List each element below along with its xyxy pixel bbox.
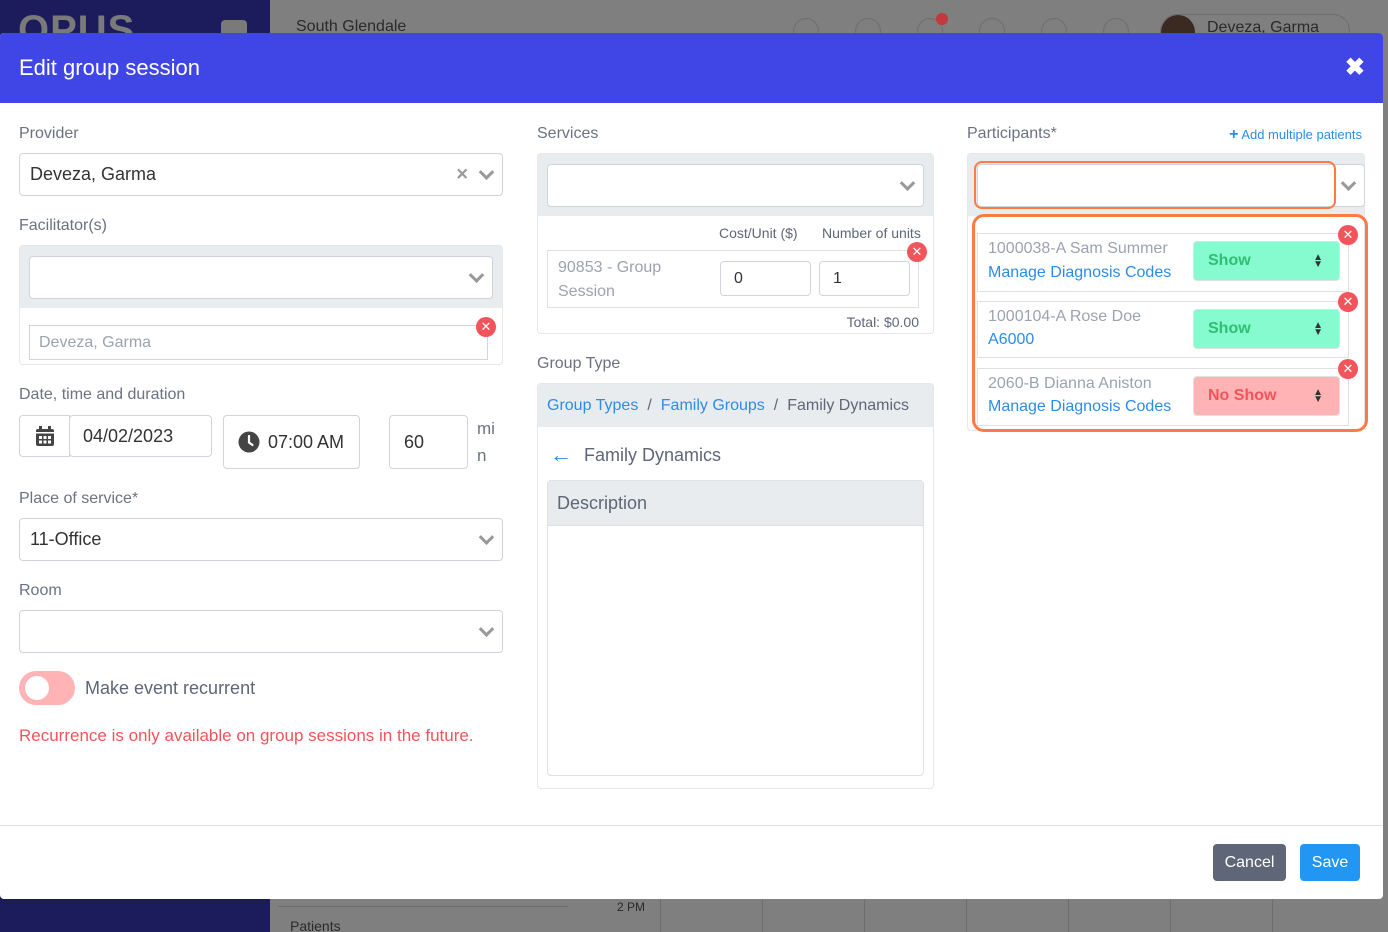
breadcrumb-group-types[interactable]: Group Types <box>547 397 638 415</box>
participant-row: 1000104-A Rose Doe A6000 Show ▲ ▼ <box>977 301 1349 358</box>
edit-group-session-modal: Edit group session ✖ Provider Deveza, Ga… <box>0 33 1383 899</box>
participant-name: 1000038-A Sam Summer <box>988 240 1168 257</box>
chevron-down-icon <box>478 528 495 545</box>
recurrence-toggle[interactable] <box>19 671 75 705</box>
cancel-button[interactable]: Cancel <box>1213 844 1286 881</box>
close-icon[interactable]: ✖ <box>1345 56 1365 80</box>
facilitators-select[interactable] <box>29 256 493 299</box>
calendar-gridline <box>1272 898 1273 932</box>
service-name: 90853 - Group Session <box>558 259 662 300</box>
patients-label: Patients <box>290 918 341 932</box>
time-input[interactable]: 07:00 AM <box>223 415 360 469</box>
service-row: 90853 - Group Session 0 1 <box>547 250 919 308</box>
sort-updown-icon: ▲ ▼ <box>1313 320 1323 338</box>
toggle-knob <box>25 676 49 700</box>
sort-updown-icon: ▲ ▼ <box>1313 387 1323 405</box>
attendance-status-select[interactable]: No Show ▲ ▼ <box>1193 376 1340 416</box>
diagnosis-code-link[interactable]: A6000 <box>988 331 1034 349</box>
description-box: Description <box>547 480 924 776</box>
calendar-button[interactable] <box>19 415 70 457</box>
datetime-label: Date, time and duration <box>19 386 186 403</box>
highlight-participants-select <box>974 161 1336 209</box>
services-select[interactable] <box>547 164 924 207</box>
cost-input[interactable]: 0 <box>720 261 811 296</box>
recurrence-label: Make event recurrent <box>85 678 256 698</box>
facilitators-panel: Deveza, Garma ✕ <box>19 245 503 365</box>
room-select[interactable] <box>19 610 503 653</box>
attendance-status-select[interactable]: Show ▲ ▼ <box>1193 241 1340 281</box>
breadcrumb-current: Family Dynamics <box>787 396 910 414</box>
calendar-gridline <box>762 898 763 932</box>
calendar-icon <box>35 426 54 446</box>
calendar-gridline <box>864 898 865 932</box>
calendar-gridline <box>1068 898 1069 932</box>
chevron-down-icon <box>468 266 485 283</box>
participants-label: Participants* <box>967 125 1057 142</box>
services-total: Total: $0.00 <box>846 314 919 330</box>
calendar-gridline <box>966 898 967 932</box>
remove-participant-icon[interactable]: ✕ <box>1338 225 1358 245</box>
calendar-gridline <box>660 898 661 932</box>
place-of-service-label: Place of service* <box>19 490 139 507</box>
duration-unit: mi n <box>477 419 495 465</box>
provider-label: Provider <box>19 125 79 142</box>
chevron-down-icon <box>478 620 495 637</box>
divider <box>278 906 568 907</box>
room-label: Room <box>19 582 62 599</box>
description-header: Description <box>548 481 923 526</box>
participant-name: 1000104-A Rose Doe <box>988 308 1141 325</box>
add-multiple-patients-link[interactable]: + Add multiple patients <box>1229 126 1362 144</box>
facilitator-name: Deveza, Garma <box>39 333 152 351</box>
remove-service-icon[interactable]: ✕ <box>907 242 927 262</box>
calendar-gridline <box>1170 898 1171 932</box>
save-button[interactable]: Save <box>1300 844 1360 881</box>
chevron-down-icon <box>899 174 916 191</box>
duration-input[interactable]: 60 <box>389 415 468 469</box>
place-of-service-select[interactable]: 11-Office <box>19 518 503 561</box>
notification-badge <box>936 13 948 25</box>
cost-column-header: Cost/Unit ($) <box>719 225 798 241</box>
modal-title: Edit group session <box>19 55 200 80</box>
provider-select[interactable]: Deveza, Garma × <box>19 153 503 196</box>
units-input[interactable]: 1 <box>819 261 910 296</box>
manage-diagnosis-codes-link[interactable]: Manage Diagnosis Codes <box>988 398 1171 416</box>
services-panel: Cost/Unit ($) Number of units 90853 - Gr… <box>537 153 934 334</box>
participant-name: 2060-B Dianna Aniston <box>988 375 1152 392</box>
group-type-breadcrumb: Group Types / Family Groups / Family Dyn… <box>538 384 933 427</box>
breadcrumb-family-groups[interactable]: Family Groups <box>661 397 765 415</box>
chevron-down-icon <box>1340 174 1357 191</box>
group-type-panel: Group Types / Family Groups / Family Dyn… <box>537 383 934 789</box>
time-label: 2 PM <box>617 900 646 914</box>
back-arrow-icon[interactable]: ← <box>550 442 572 468</box>
facilitators-label: Facilitator(s) <box>19 217 108 234</box>
remove-participant-icon[interactable]: ✕ <box>1338 359 1358 379</box>
remove-facilitator-icon[interactable]: ✕ <box>476 317 496 337</box>
facilitator-item: Deveza, Garma <box>29 325 488 360</box>
attendance-status-select[interactable]: Show ▲ ▼ <box>1193 309 1340 349</box>
clear-icon[interactable]: × <box>456 163 468 186</box>
modal-header: Edit group session ✖ <box>0 33 1383 103</box>
recurrence-warning: Recurrence is only available on group se… <box>19 726 474 745</box>
units-column-header: Number of units <box>822 225 921 241</box>
sort-updown-icon: ▲ ▼ <box>1313 252 1323 270</box>
participant-row: 2060-B Dianna Aniston Manage Diagnosis C… <box>977 368 1349 426</box>
participant-row: 1000038-A Sam Summer Manage Diagnosis Co… <box>977 233 1349 292</box>
group-type-current: ← Family Dynamics <box>550 442 722 468</box>
date-input[interactable]: 04/02/2023 <box>69 415 212 457</box>
footer-divider <box>0 825 1383 826</box>
manage-diagnosis-codes-link[interactable]: Manage Diagnosis Codes <box>988 264 1171 282</box>
plus-icon: + <box>1229 126 1239 143</box>
provider-value: Deveza, Garma <box>30 164 157 184</box>
services-label: Services <box>537 125 599 142</box>
remove-participant-icon[interactable]: ✕ <box>1338 292 1358 312</box>
chevron-down-icon <box>478 163 495 180</box>
clock-icon <box>238 431 260 453</box>
group-type-label: Group Type <box>537 355 621 372</box>
